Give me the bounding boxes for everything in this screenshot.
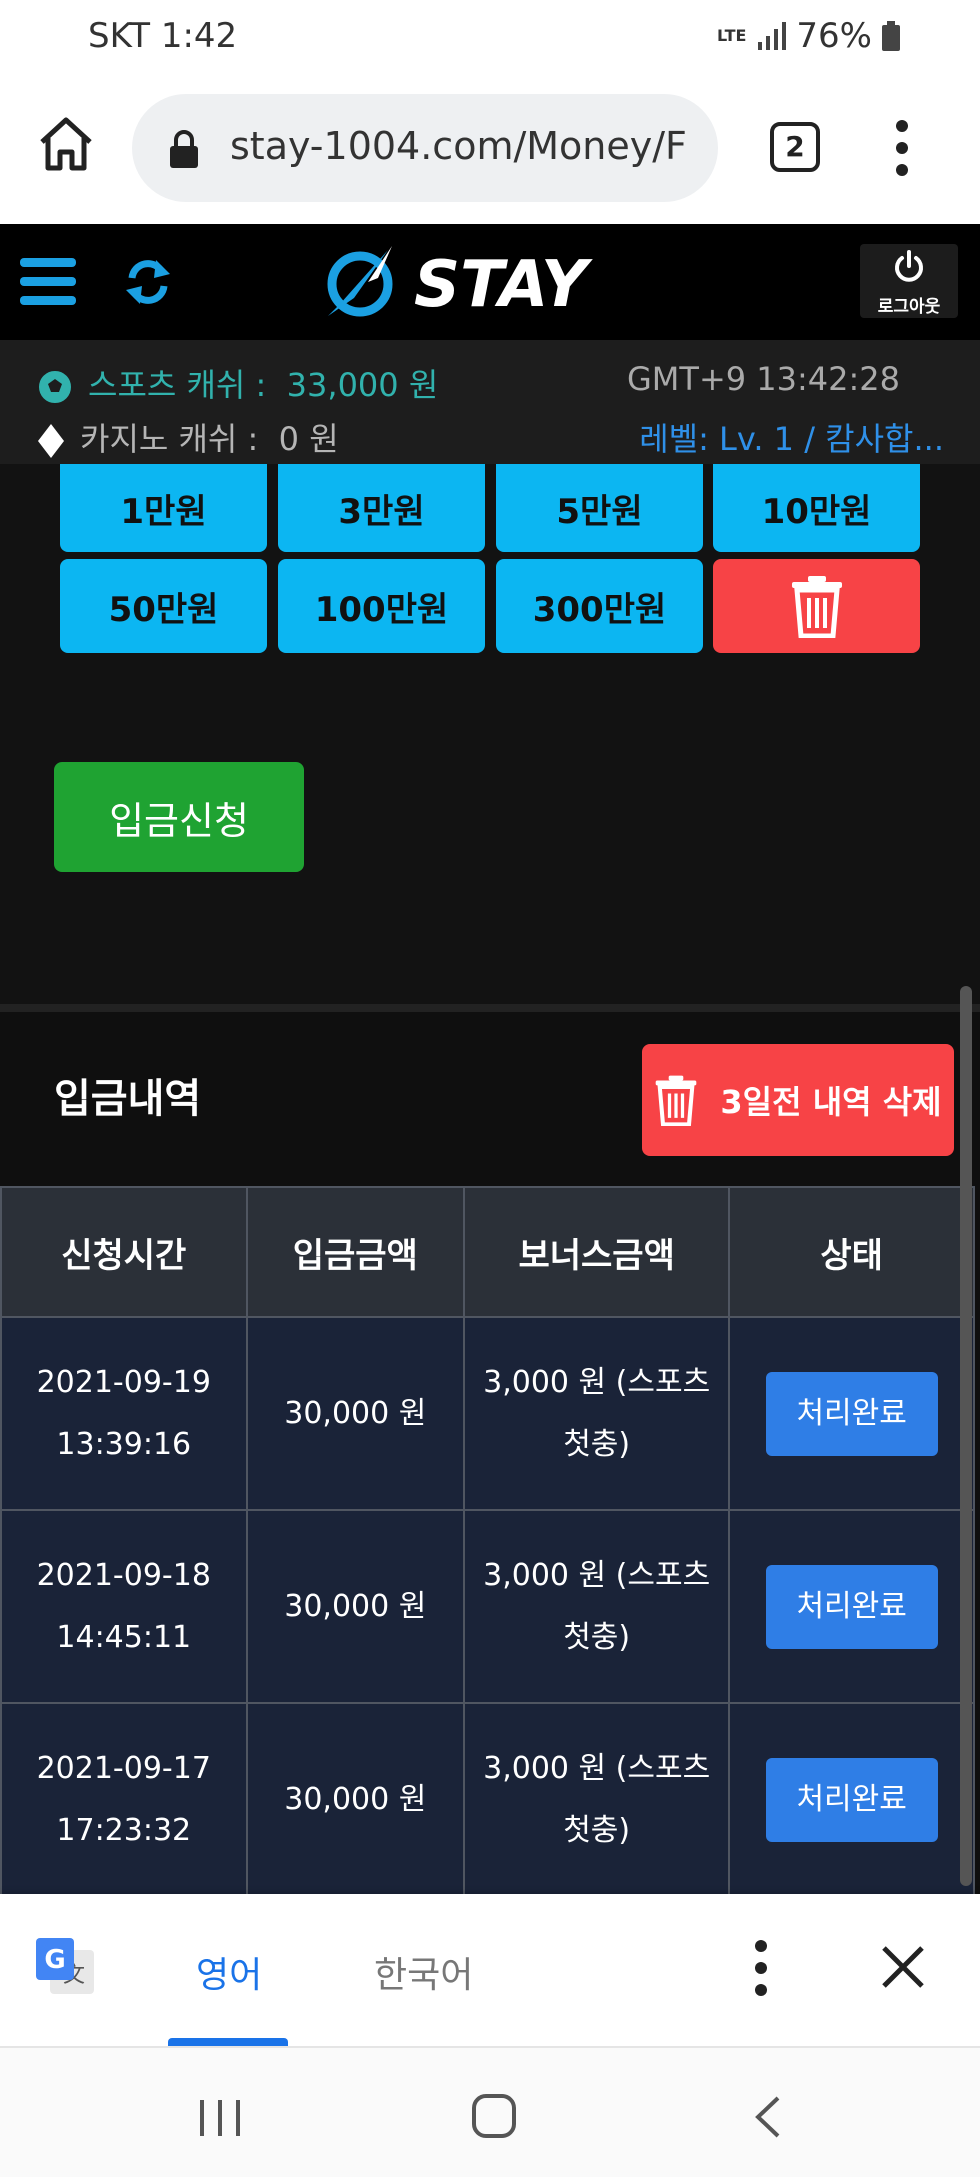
tabs-button[interactable]: 2 [770, 122, 820, 172]
amount-button-10k[interactable]: 1만원 [60, 464, 267, 552]
delete-history-button[interactable]: 3일전 내역 삭제 [642, 1044, 954, 1156]
system-nav-bar [0, 2046, 980, 2177]
status-cell: 처리완료 [728, 1702, 975, 1897]
sports-cash-value: 33,000 원 [286, 366, 439, 404]
bonus-cell: 3,000 원 (스포츠 첫충) [463, 1702, 731, 1897]
amount-button-1m[interactable]: 100만원 [278, 559, 485, 653]
address-bar[interactable]: stay-1004.com/Money/F [132, 94, 718, 202]
amount-button-50k[interactable]: 5만원 [496, 464, 703, 552]
status-cell: 처리완료 [728, 1316, 975, 1511]
stay-logo[interactable]: STAY [318, 242, 668, 322]
deposit-request-button[interactable]: 입금신청 [54, 762, 304, 872]
section-divider [0, 1004, 980, 1012]
request-time-cell: 2021-09-18 14:45:11 [0, 1509, 248, 1704]
close-icon[interactable] [880, 1944, 926, 1990]
sports-cash: 스포츠 캐쉬 : 33,000 원 [36, 360, 438, 406]
logout-button[interactable]: 로그아웃 [860, 244, 958, 318]
column-header: 상태 [728, 1186, 975, 1318]
soccer-ball-icon [37, 369, 73, 405]
amount-cell: 30,000 원 [245, 1316, 466, 1511]
server-time: GMT+9 13:42:28 [626, 360, 900, 398]
amount-button-3m[interactable]: 300만원 [496, 559, 703, 653]
more-vert-icon[interactable] [746, 1938, 776, 1998]
status-bar: SKT 1:42 LTE 76% [0, 0, 980, 76]
url-text: stay-1004.com/Money/F [230, 124, 687, 168]
network-type: LTE [717, 26, 747, 45]
amount-button-100k[interactable]: 10만원 [713, 464, 920, 552]
back-icon[interactable] [750, 2094, 784, 2140]
battery-percent: 76% [796, 16, 872, 56]
user-level[interactable]: 레벨: Lv. 1 / 캄사합... [639, 414, 944, 460]
signal-icon [758, 22, 787, 50]
table-row: 2021-09-18 14:45:11 30,000 원 3,000 원 (스포츠… [0, 1509, 975, 1704]
refresh-icon[interactable] [122, 256, 174, 308]
column-header: 입금금액 [245, 1186, 466, 1318]
bonus-cell: 3,000 원 (스포츠 첫충) [463, 1316, 731, 1511]
status-cell: 처리완료 [728, 1509, 975, 1704]
recent-apps-icon[interactable] [198, 2098, 242, 2138]
browser-toolbar: stay-1004.com/Money/F 2 [0, 76, 980, 224]
bonus-cell: 3,000 원 (스포츠 첫충) [463, 1509, 731, 1704]
language-tab-korean[interactable]: 한국어 [374, 1946, 473, 1998]
sports-cash-label: 스포츠 캐쉬 : [88, 366, 267, 404]
table-row: 2021-09-17 17:23:32 30,000 원 3,000 원 (스포츠… [0, 1702, 975, 1897]
history-title: 입금내역 [54, 1076, 202, 1122]
status-badge[interactable]: 처리완료 [765, 1371, 938, 1456]
svg-text:STAY: STAY [414, 248, 593, 322]
casino-cash-label: 카지노 캐쉬 : [80, 420, 259, 458]
status-time: SKT 1:42 [88, 16, 238, 56]
google-translate-icon[interactable]: 文 G [34, 1936, 96, 1998]
cash-info: 스포츠 캐쉬 : 33,000 원 카지노 캐쉬 : 0 원 GMT+9 13:… [0, 340, 980, 464]
amount-button-500k[interactable]: 50만원 [60, 559, 267, 653]
battery-icon [882, 21, 900, 51]
column-header: 보너스금액 [463, 1186, 731, 1318]
svg-text:G: G [44, 1945, 65, 1975]
status-badge[interactable]: 처리완료 [765, 1564, 938, 1649]
trash-icon [791, 576, 842, 638]
request-time-cell: 2021-09-17 17:23:32 [0, 1702, 248, 1897]
trash-icon [656, 1075, 697, 1126]
selected-tab-indicator [168, 2038, 288, 2046]
more-vert-icon[interactable] [880, 118, 924, 178]
diamond-icon [38, 424, 64, 458]
language-tab-english[interactable]: 영어 [196, 1946, 262, 1998]
amount-button-30k[interactable]: 3만원 [278, 464, 485, 552]
app-header: STAY 로그아웃 [0, 224, 980, 340]
table-row: 2021-09-19 13:39:16 30,000 원 3,000 원 (스포츠… [0, 1316, 975, 1511]
logout-label: 로그아웃 [877, 297, 941, 317]
home-nav-icon[interactable] [470, 2092, 518, 2140]
table-header-row: 신청시간 입금금액 보너스금액 상태 [0, 1186, 975, 1318]
lock-icon [170, 130, 198, 168]
status-badge[interactable]: 처리완료 [765, 1757, 938, 1842]
home-icon[interactable] [36, 114, 96, 174]
amount-cell: 30,000 원 [245, 1509, 466, 1704]
deposit-history-table: 신청시간 입금금액 보너스금액 상태 2021-09-19 13:39:16 30… [0, 1186, 975, 1897]
column-header: 신청시간 [0, 1186, 248, 1318]
clear-amount-button[interactable] [713, 559, 920, 653]
delete-history-label: 3일전 내역 삭제 [720, 1083, 942, 1121]
status-indicators: LTE 76% [717, 16, 900, 56]
casino-cash: 카지노 캐쉬 : 0 원 [36, 414, 339, 460]
casino-cash-value: 0 원 [278, 420, 339, 458]
translate-bar: 文 G 영어 한국어 [0, 1894, 980, 2046]
scrollbar[interactable] [960, 986, 972, 1886]
power-icon [895, 250, 923, 282]
request-time-cell: 2021-09-19 13:39:16 [0, 1316, 248, 1511]
amount-cell: 30,000 원 [245, 1702, 466, 1897]
menu-icon[interactable] [20, 254, 76, 310]
